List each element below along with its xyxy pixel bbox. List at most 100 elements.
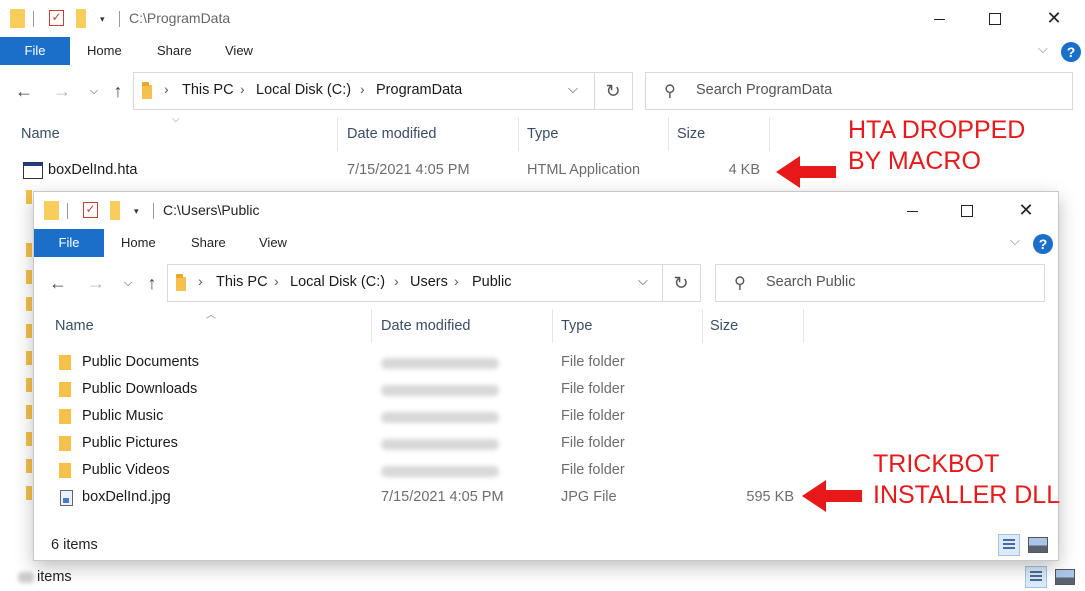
date-redacted [381,358,499,369]
help-icon[interactable]: ? [1033,234,1053,254]
large-icons-view-button[interactable] [1028,537,1048,553]
folder-row[interactable]: Public Downloads File folder [34,377,1058,404]
close-button[interactable]: ✕ [1003,192,1049,228]
item-type: JPG File [561,489,617,505]
title-bar: ✓ ▾ C:\ProgramData ✕ [0,0,1085,36]
up-arrow-icon[interactable]: ↑ [106,72,130,110]
tab-share[interactable]: Share [157,37,192,65]
column-divider[interactable] [702,309,703,343]
file-name: boxDelInd.hta [48,162,138,178]
column-type[interactable]: Type [561,318,592,334]
new-folder-icon[interactable] [110,201,120,220]
tab-file[interactable]: File [0,37,70,65]
breadcrumb-this-pc[interactable]: This PC [216,274,268,290]
column-type[interactable]: Type [527,126,558,142]
recent-locations-icon[interactable]: ⌵ [116,264,140,302]
breadcrumb-users[interactable]: Users [410,274,448,290]
image-file-icon [60,490,73,506]
sort-icon: ⌵ [172,114,180,125]
folder-row[interactable]: Public Documents File folder [34,350,1058,377]
folder-icon [176,274,186,291]
column-divider[interactable] [803,309,804,343]
date-redacted [381,466,499,477]
tab-file[interactable]: File [34,229,104,257]
close-button[interactable]: ✕ [1031,0,1077,36]
item-date: 7/15/2021 4:05 PM [381,489,504,505]
title-bar: ✓ ▾ C:\Users\Public ✕ [34,192,1058,228]
column-date[interactable]: Date modified [347,126,436,142]
chevron-down-icon[interactable]: ⌵ [638,273,648,289]
annotation-hta-line1: HTA DROPPED [848,116,1026,144]
details-view-button[interactable] [998,534,1020,556]
quick-access-dropdown-icon[interactable]: ▾ [134,206,139,217]
folder-icon [26,351,32,365]
sort-ascending-icon: ︿ [206,310,216,321]
annotation-dll-line2: INSTALLER DLL [873,481,1061,509]
column-name[interactable]: Name [55,318,94,334]
refresh-button[interactable]: ↻ [662,264,701,302]
column-size[interactable]: Size [710,318,738,334]
forward-arrow-icon[interactable]: → [84,264,108,302]
tab-view[interactable]: View [259,229,287,257]
properties-icon[interactable]: ✓ [83,202,98,218]
recent-locations-icon[interactable]: ⌵ [82,72,106,110]
folder-icon [26,459,32,473]
item-type: File folder [561,381,625,397]
minimize-button[interactable] [889,192,935,228]
column-date[interactable]: Date modified [381,318,470,334]
item-name: Public Documents [82,354,199,370]
new-folder-icon[interactable] [76,9,86,28]
column-divider[interactable] [769,117,770,151]
tab-home[interactable]: Home [87,37,122,65]
address-bar[interactable]: › This PC › Local Disk (C:) › Users › Pu… [167,264,663,302]
maximize-button[interactable] [944,192,990,228]
back-arrow-icon[interactable]: ← [46,264,70,302]
search-input[interactable]: Search Public [766,274,855,290]
back-arrow-icon[interactable]: ← [12,72,36,110]
tab-share[interactable]: Share [191,229,226,257]
divider [119,11,120,27]
properties-icon[interactable]: ✓ [49,10,64,26]
breadcrumb-programdata[interactable]: ProgramData [376,82,462,98]
column-divider[interactable] [371,309,372,343]
details-view-icon [1003,539,1015,551]
column-size[interactable]: Size [677,126,705,142]
column-name[interactable]: Name [21,126,60,142]
breadcrumb-local-disk[interactable]: Local Disk (C:) [256,82,351,98]
breadcrumb-local-disk[interactable]: Local Disk (C:) [290,274,385,290]
folder-icon [26,405,32,419]
column-divider[interactable] [552,309,553,343]
maximize-button[interactable] [972,0,1018,36]
breadcrumb-public[interactable]: Public [472,274,512,290]
up-arrow-icon[interactable]: ↑ [140,264,164,302]
expand-ribbon-icon[interactable]: ⌵ [1010,233,1020,249]
search-box[interactable]: ⚲ Search ProgramData [645,72,1073,110]
chevron-down-icon[interactable]: ⌵ [568,81,578,97]
folder-icon [26,324,32,338]
column-divider[interactable] [668,117,669,151]
folder-icon [10,9,25,28]
column-divider[interactable] [518,117,519,151]
address-bar[interactable]: › This PC › Local Disk (C:) › ProgramDat… [133,72,595,110]
refresh-button[interactable]: ↻ [594,72,633,110]
red-arrow-icon [776,156,836,188]
quick-access-dropdown-icon[interactable]: ▾ [100,14,105,25]
tab-home[interactable]: Home [121,229,156,257]
divider [153,203,154,219]
large-icons-view-button[interactable] [1055,569,1075,585]
chevron-right-icon: › [394,273,399,289]
tab-view[interactable]: View [225,37,253,65]
help-icon[interactable]: ? [1061,42,1081,62]
chevron-right-icon: › [198,273,203,289]
search-box[interactable]: ⚲ Search Public [715,264,1045,302]
search-input[interactable]: Search ProgramData [696,82,832,98]
forward-arrow-icon[interactable]: → [50,72,74,110]
details-view-button[interactable] [1025,566,1047,588]
column-divider[interactable] [337,117,338,151]
folder-icon [26,190,32,204]
minimize-button[interactable] [916,0,962,36]
breadcrumb-this-pc[interactable]: This PC [182,82,234,98]
item-name: Public Music [82,408,164,424]
folder-row[interactable]: Public Music File folder [34,404,1058,431]
expand-ribbon-icon[interactable]: ⌵ [1038,41,1048,57]
